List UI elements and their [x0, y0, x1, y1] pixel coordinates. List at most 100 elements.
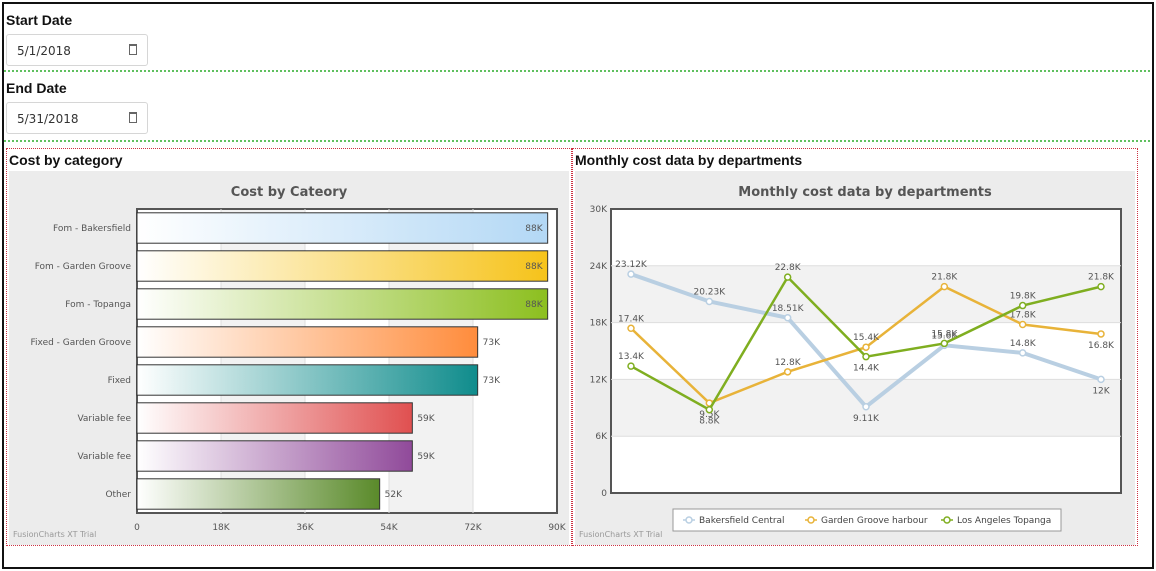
- category-label: Variable fee: [77, 414, 131, 424]
- bar: [136, 364, 479, 396]
- category-label: Fom - Bakersfield: [53, 224, 131, 234]
- end-date-value: 5/31/2018: [17, 112, 79, 126]
- trial-watermark: FusionCharts XT Trial: [13, 530, 97, 539]
- data-label: 18.51K: [772, 304, 805, 314]
- calendar-icon[interactable]: [129, 44, 137, 55]
- value-label: 73K: [483, 338, 501, 348]
- data-label: 15.4K: [853, 333, 880, 343]
- value-label: 88K: [525, 262, 543, 272]
- category-label: Fom - Garden Groove: [35, 262, 132, 272]
- value-label: 88K: [525, 224, 543, 234]
- data-point: [783, 273, 792, 281]
- start-date-value: 5/1/2018: [17, 44, 71, 58]
- bar-chart: Cost by Cateory 0 18K 36K 54K 72K 90K Fom - Bak…: [31, 185, 567, 533]
- plot-area: [610, 208, 1122, 494]
- data-point: [940, 282, 949, 291]
- data-label: 22.8K: [775, 263, 802, 273]
- data-label: 17.4K: [618, 314, 645, 324]
- data-point: [705, 405, 714, 414]
- end-date-input[interactable]: 5/31/2018: [6, 102, 148, 134]
- start-date-input[interactable]: 5/1/2018: [6, 34, 148, 66]
- data-label: 14.8K: [1010, 339, 1037, 349]
- value-label: 59K: [417, 452, 435, 462]
- bar: [136, 326, 479, 358]
- data-label: 13.4K: [618, 352, 645, 362]
- legend-marker: [943, 516, 951, 524]
- data-label: 21.8K: [1088, 273, 1115, 283]
- bar: [136, 440, 413, 472]
- line-chart-background: Monthly cost data by departments 0 6K 12K 18…: [575, 171, 1135, 545]
- panel-title: Cost by category: [9, 152, 123, 168]
- x-tick-label: 0: [134, 523, 140, 533]
- chart-title: Cost by Cateory: [231, 185, 348, 200]
- data-point: [1018, 301, 1027, 310]
- bar: [136, 250, 549, 282]
- bar: [136, 288, 549, 320]
- y-tick-label: 6K: [595, 432, 608, 442]
- x-tick-label: 36K: [296, 523, 314, 533]
- bar: [136, 212, 549, 244]
- data-point: [862, 352, 870, 361]
- data-point: [1018, 349, 1027, 357]
- divider: [4, 140, 1150, 142]
- data-point: [1097, 375, 1105, 384]
- data-point: [783, 314, 792, 322]
- legend-marker: [685, 516, 693, 524]
- data-point: [627, 324, 635, 333]
- data-label: 21.8K: [931, 273, 958, 283]
- data-label: 12K: [1092, 386, 1110, 396]
- x-tick-label: 54K: [380, 523, 398, 533]
- data-label: 15.8K: [931, 329, 958, 339]
- chart-title: Monthly cost data by departments: [738, 185, 992, 200]
- data-point: [1018, 320, 1027, 329]
- y-tick-label: 24K: [590, 262, 608, 272]
- end-date-group: End Date 5/31/2018: [4, 80, 1150, 134]
- data-label: 8.8K: [699, 417, 720, 427]
- data-label: 20.23K: [693, 287, 726, 297]
- data-label: 14.4K: [853, 364, 880, 374]
- legend-label: Bakersfield Central: [699, 516, 785, 526]
- legend-label: Los Angeles Topanga: [957, 516, 1051, 526]
- category-label: Other: [105, 490, 131, 500]
- y-tick-label: 0: [601, 489, 607, 499]
- data-label: 23.12K: [615, 260, 648, 270]
- divider: [4, 70, 1150, 72]
- value-label: 88K: [525, 300, 543, 310]
- data-point: [862, 403, 870, 411]
- legend-marker: [807, 516, 815, 524]
- calendar-icon[interactable]: [129, 112, 137, 123]
- category-label: Fixed: [108, 376, 131, 386]
- category-label: Variable fee: [77, 452, 131, 462]
- y-tick-label: 30K: [590, 205, 608, 215]
- data-point: [627, 362, 635, 370]
- category-label: Fixed - Garden Groove: [31, 338, 132, 348]
- bar: [136, 478, 381, 510]
- data-label: 9.11K: [853, 414, 880, 424]
- data-label: 19.8K: [1010, 292, 1037, 302]
- monthly-cost-panel: Monthly cost data by departments Monthly…: [572, 148, 1138, 546]
- data-point: [1097, 282, 1105, 291]
- data-point: [862, 343, 870, 351]
- data-label: 16.8K: [1088, 341, 1115, 351]
- value-label: 52K: [385, 490, 403, 500]
- x-tick-label: 90K: [548, 523, 566, 533]
- y-tick-label: 12K: [590, 375, 608, 385]
- data-label: 12.8K: [775, 358, 802, 368]
- cost-by-category-panel: Cost by category Cost by Cateory 0 18K 36K 5…: [6, 148, 572, 546]
- value-label: 59K: [417, 414, 435, 424]
- line-chart: Monthly cost data by departments 0 6K 12K 18…: [590, 185, 1122, 532]
- bar-chart-background: Cost by Cateory 0 18K 36K 54K 72K 90K Fom - Bak…: [9, 171, 569, 545]
- start-date-label: Start Date: [6, 12, 73, 28]
- data-point: [783, 368, 792, 376]
- legend-label: Garden Groove harbour: [821, 516, 928, 526]
- trial-watermark: FusionCharts XT Trial: [579, 530, 663, 539]
- data-point: [940, 339, 949, 348]
- data-point: [1097, 330, 1105, 338]
- start-date-group: Start Date 5/1/2018: [4, 12, 1150, 66]
- category-label: Fom - Topanga: [65, 300, 131, 310]
- bar: [136, 402, 413, 434]
- data-point: [627, 270, 635, 278]
- data-point: [705, 297, 714, 306]
- y-tick-label: 18K: [590, 319, 608, 329]
- value-label: 73K: [483, 376, 501, 386]
